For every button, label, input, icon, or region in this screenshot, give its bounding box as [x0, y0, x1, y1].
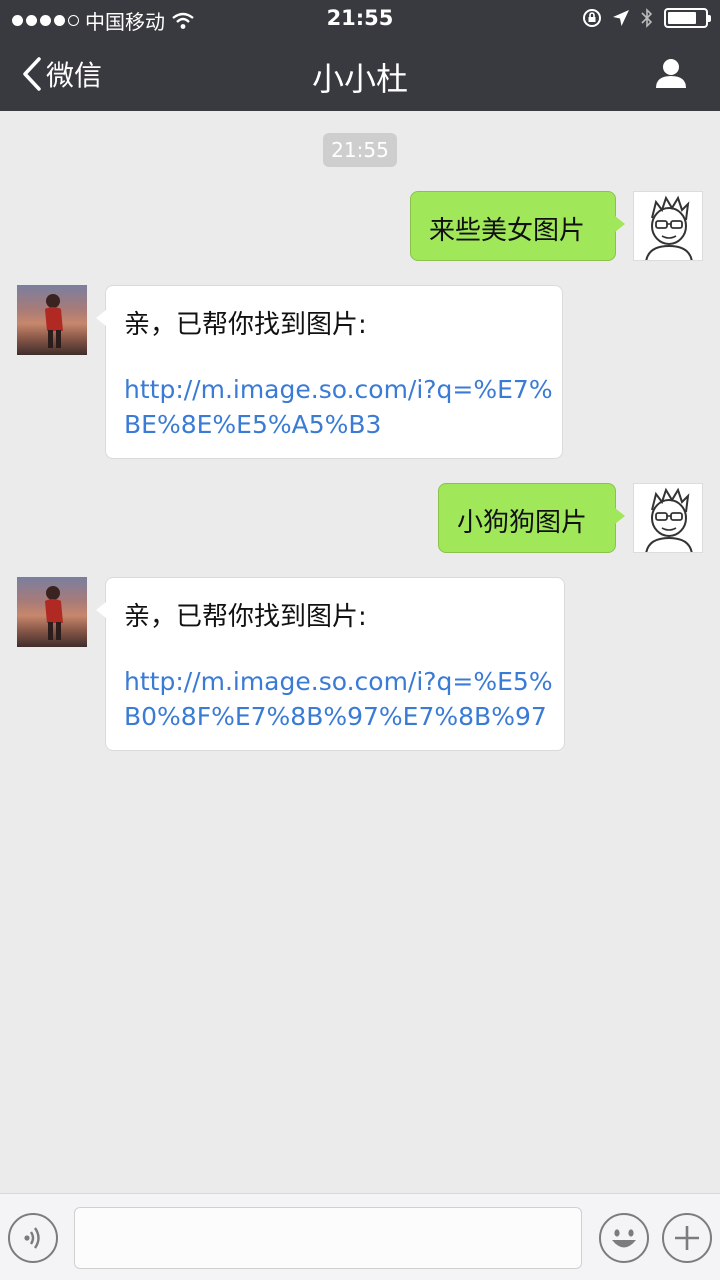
reply-intro-text: 亲，已帮你找到图片:: [124, 310, 367, 340]
received-message-bubble[interactable]: 亲，已帮你找到图片: http://m.image.so.com/i?q=%E5…: [96, 577, 565, 751]
more-functions-button[interactable]: [662, 1213, 712, 1263]
chat-title: 小小杜: [311, 60, 408, 98]
emoji-icon: [612, 1229, 636, 1248]
cartoon-face-avatar-icon: [645, 487, 693, 552]
orientation-lock-icon: [583, 9, 601, 27]
status-bar: 中国移动 21:55: [0, 0, 720, 36]
person-photo-avatar-icon: [45, 586, 63, 640]
my-avatar[interactable]: [633, 191, 703, 261]
contact-avatar[interactable]: [17, 577, 87, 647]
location-arrow-icon: [613, 10, 629, 26]
message-input[interactable]: [74, 1207, 582, 1269]
received-message-bubble[interactable]: 亲，已帮你找到图片: http://m.image.so.com/i?q=%E7…: [96, 285, 563, 459]
sent-message-bubble[interactable]: 来些美女图片: [410, 191, 625, 261]
nav-bar: 微信 小小杜: [0, 36, 720, 111]
image-search-link[interactable]: http://m.image.so.com/i?q=%E7%BE%8E%E5%A…: [124, 372, 554, 442]
person-photo-avatar-icon: [45, 294, 63, 348]
chat-area[interactable]: 21:55 来些美女图片 亲，已帮你找到图片: http://m.image.s…: [0, 111, 720, 1193]
sent-message-bubble[interactable]: 小狗狗图片: [438, 483, 625, 553]
contact-avatar[interactable]: [17, 285, 87, 355]
input-bar: [0, 1193, 720, 1280]
cartoon-face-avatar-icon: [645, 195, 693, 260]
bluetooth-icon: [641, 8, 653, 28]
battery-icon: [664, 8, 711, 28]
message-timestamp: 21:55: [323, 133, 397, 167]
message-text: 来些美女图片: [429, 216, 586, 246]
voice-input-icon: [24, 1227, 40, 1249]
my-avatar[interactable]: [633, 483, 703, 553]
plus-icon: [675, 1226, 699, 1250]
voice-input-button[interactable]: [8, 1213, 58, 1263]
emoji-button[interactable]: [599, 1213, 649, 1263]
image-search-link[interactable]: http://m.image.so.com/i?q=%E5%B0%8F%E7%8…: [124, 664, 554, 734]
reply-intro-text: 亲，已帮你找到图片:: [124, 602, 367, 632]
contact-info-button[interactable]: [654, 56, 688, 94]
message-text: 小狗狗图片: [457, 508, 588, 538]
person-icon: [656, 59, 686, 88]
